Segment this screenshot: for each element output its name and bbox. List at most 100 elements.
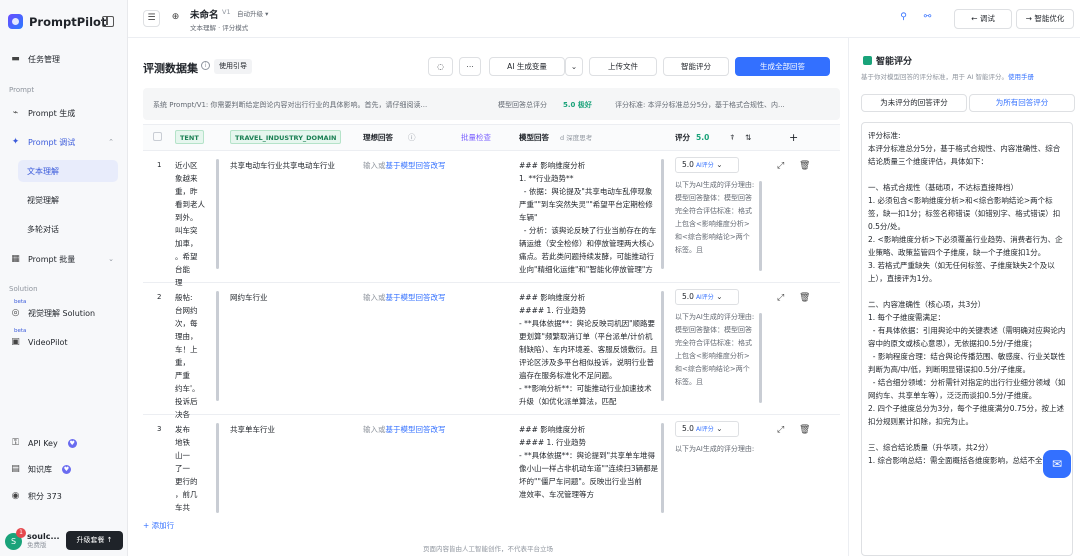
criteria-text[interactable]: 评分标准: 本评分标准总分5分，基于格式合规性、内容准确性、综合结论质量三个维度…: [868, 129, 1066, 467]
manual-link[interactable]: 使用手册: [1008, 73, 1034, 81]
domain-cell[interactable]: 共享单车行业: [230, 415, 355, 436]
add-row-button[interactable]: + 添加行: [143, 520, 174, 531]
score-select[interactable]: 5.0 AI评分 ⌄: [675, 289, 739, 305]
sort-icon[interactable]: ⇅: [745, 125, 757, 151]
key-icon: ⚿: [12, 437, 19, 448]
criteria-editor[interactable]: 评分标准: 本评分标准总分5分，基于格式合规性、内容准确性、综合结论质量三个维度…: [861, 122, 1073, 556]
delete-icon[interactable]: 🗑: [799, 161, 810, 171]
cell-scrollbar[interactable]: [216, 423, 219, 513]
sidebar-item-multi-turn[interactable]: 多轮对话: [18, 218, 118, 240]
content-cell[interactable]: 般帖: 台网约 次，每 理由， 车！上 重， 严重 约车'。 投诉后 决各: [175, 283, 215, 421]
ai-generate-variables-button[interactable]: AI 生成变量: [489, 57, 565, 76]
expand-icon[interactable]: ⤢: [777, 161, 784, 171]
model-icon[interactable]: ⚯: [919, 10, 936, 27]
hide-icon[interactable]: ◌: [428, 57, 453, 76]
ideal-answer-cell[interactable]: 输入或基于模型回答改写: [363, 151, 503, 172]
ideal-answer-cell[interactable]: 输入或基于模型回答改写: [363, 283, 503, 304]
sidebar-item-task-mgmt[interactable]: ▬ 任务管理: [6, 48, 120, 70]
sidebar-item-vision-solution[interactable]: ◎ 视觉理解 Solution: [6, 302, 120, 324]
expand-icon[interactable]: ⤢: [777, 293, 784, 303]
chevron-down-icon: ⌄: [108, 255, 114, 263]
domain-cell[interactable]: 共享电动车行业共享电动车行业: [230, 151, 355, 172]
col-header-ideal[interactable]: 理想回答: [363, 125, 413, 151]
model-answer-cell[interactable]: ### 影响维度分析 #### 1. 行业趋势 - **具体依据**：舆论反映司…: [519, 283, 659, 407]
doc-title[interactable]: 未命名: [190, 7, 219, 21]
menu-icon[interactable]: ☰: [143, 10, 160, 27]
rewrite-link[interactable]: 基于模型回答改写: [386, 425, 446, 434]
smart-optimize-button[interactable]: → 智能优化: [1016, 9, 1074, 29]
add-circle-icon[interactable]: ⊕: [167, 10, 184, 27]
sidebar-item-label: 任务管理: [28, 54, 60, 64]
sidebar-item-knowledge[interactable]: ▤ 知识库 ♥: [6, 458, 120, 480]
plugin-icon[interactable]: ⚲: [895, 10, 912, 27]
sidebar-item-prompt-gen[interactable]: ⌁ Prompt 生成: [6, 102, 120, 124]
user-info: soulc... 免费版: [27, 532, 60, 550]
brand-logo[interactable]: PromptPilot: [8, 14, 106, 29]
sidebar-item-vision-understanding[interactable]: 视觉理解: [18, 189, 118, 211]
avatar[interactable]: S 1: [5, 527, 26, 550]
model-answer-cell[interactable]: ### 影响维度分析 1. **行业趋势** - 依据：舆论提及"共享电动车乱停…: [519, 151, 659, 275]
sidebar-item-prompt-batch[interactable]: ▦ Prompt 批量 ⌄: [6, 248, 120, 270]
sidebar-item-points[interactable]: ◉ 积分 373: [6, 485, 120, 507]
content-cell[interactable]: 近小区 象越来 重，昨 看到老人 到外。 叫车突 加車， 。希望 台能 理: [175, 151, 215, 289]
panel-title: 智能评分: [863, 54, 912, 67]
expand-icon[interactable]: ⤢: [777, 425, 784, 435]
add-column-icon[interactable]: +: [789, 125, 801, 151]
rewrite-link[interactable]: 基于模型回答改写: [386, 293, 446, 302]
table-row[interactable]: 1 近小区 象越来 重，昨 看到老人 到外。 叫车突 加車， 。希望 台能 理 …: [143, 151, 840, 287]
model-answer-cell[interactable]: ### 影响维度分析 #### 1. 行业趋势 - **具体依据**：舆论提到"…: [519, 415, 659, 519]
cell-scrollbar[interactable]: [759, 313, 762, 403]
chevron-down-icon[interactable]: ⌄: [565, 57, 583, 76]
system-prompt-preview[interactable]: 系统 Prompt/V1: 你需要判断给定舆论内容对出行行业的具体影响。首先，请…: [153, 100, 483, 110]
ideal-answer-cell[interactable]: 输入或基于模型回答改写: [363, 415, 503, 436]
model-selector[interactable]: d 深度思考: [560, 125, 630, 151]
score-all-button[interactable]: 为所有回答评分: [969, 94, 1075, 112]
info-icon[interactable]: i: [201, 61, 210, 70]
upload-file-button[interactable]: 上传文件: [589, 57, 657, 76]
cell-scrollbar[interactable]: [661, 423, 664, 513]
cell-scrollbar[interactable]: [216, 291, 219, 401]
select-all-checkbox[interactable]: [153, 125, 167, 151]
col-header-content[interactable]: TENT: [175, 125, 225, 151]
score-reason[interactable]: 以下为AI生成的评分理由: 模型回答整体：模型回答完全符合评估标准：格式上包含<…: [675, 311, 755, 389]
debug-button[interactable]: ← 调试: [954, 9, 1012, 29]
score-unscored-button[interactable]: 为未评分的回答评分: [861, 94, 967, 112]
score-select[interactable]: 5.0 AI评分 ⌄: [675, 157, 739, 173]
sidebar-item-text-understanding[interactable]: 文本理解: [18, 160, 118, 182]
table-row[interactable]: 2 般帖: 台网约 次，每 理由， 车！上 重， 严重 约车'。 投诉后 决各 …: [143, 283, 840, 419]
delete-icon[interactable]: 🗑: [799, 293, 810, 303]
delete-icon[interactable]: 🗑: [799, 425, 810, 435]
ai-score-tag: AI评分: [695, 294, 714, 301]
logo-icon: [8, 14, 23, 29]
auto-upgrade-dropdown[interactable]: 自动升级 ▾: [237, 8, 268, 18]
domain-cell[interactable]: 网约车行业: [230, 283, 355, 304]
table-row[interactable]: 3 发布 地铁 山一 了一 更行的 ，前几 车共 共享单车行业 输入或基于模型回…: [143, 415, 840, 524]
guide-button[interactable]: 使用引导: [214, 59, 252, 74]
chat-assistant-icon[interactable]: ✉: [1043, 450, 1071, 478]
content-cell[interactable]: 发布 地铁 山一 了一 更行的 ，前几 车共: [175, 415, 215, 514]
cell-scrollbar[interactable]: [216, 159, 219, 269]
smart-score-button[interactable]: 智能评分: [663, 57, 729, 76]
cell-scrollbar[interactable]: [661, 291, 664, 401]
filter-icon[interactable]: ⍒: [730, 125, 742, 151]
criteria-preview[interactable]: 评分标准: 本评分标准总分5分，基于格式合规性、内...: [615, 100, 837, 110]
cell-scrollbar[interactable]: [661, 159, 664, 269]
sidebar-collapse-icon[interactable]: [102, 16, 114, 27]
score-reason[interactable]: 以下为AI生成的评分理由:: [675, 443, 755, 456]
sidebar-item-videopilot[interactable]: ▣ VideoPilot: [6, 331, 120, 353]
batch-check-button[interactable]: 批量检查: [461, 125, 497, 151]
panel-desc-text: 基于你对模型回答的评分标准，用于 AI 智能评分。: [861, 73, 1008, 81]
score-select[interactable]: 5.0 AI评分 ⌄: [675, 421, 739, 437]
score-value: 5.0: [682, 424, 694, 433]
more-icon[interactable]: ⋯: [459, 57, 481, 76]
score-reason[interactable]: 以下为AI生成的评分理由: 模型回答整体：模型回答完全符合评估标准：格式上包含<…: [675, 179, 755, 257]
upgrade-button[interactable]: 升级套餐 ↑: [66, 531, 123, 550]
col-header-domain[interactable]: TRAVEL_INDUSTRY_DOMAIN: [230, 125, 350, 151]
score-header-value: 5.0: [696, 125, 714, 151]
rewrite-link[interactable]: 基于模型回答改写: [386, 161, 446, 170]
generate-all-button[interactable]: 生成全部回答: [735, 57, 830, 76]
cell-scrollbar[interactable]: [759, 181, 762, 271]
sidebar-item-api-key[interactable]: ⚿ API Key ♥: [6, 432, 120, 454]
sidebar-item-prompt-tune[interactable]: ✦ Prompt 调试 ⌃: [6, 131, 120, 153]
help-icon[interactable]: ⓘ: [408, 125, 418, 151]
